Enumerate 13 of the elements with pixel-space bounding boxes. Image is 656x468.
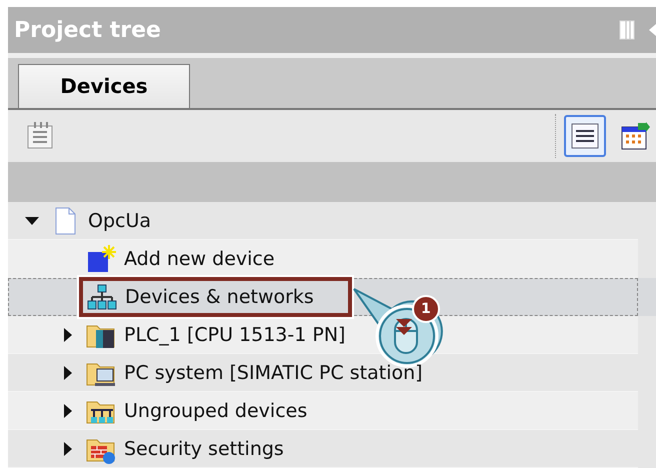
network-icon (87, 282, 117, 312)
tree-item-label: OpcUa (88, 210, 152, 232)
tree-item-label: Ungrouped devices (124, 400, 308, 422)
tree-item-label: PLC_1 [CPU 1513-1 PN] (124, 324, 346, 346)
tree-item-label: Devices & networks (125, 286, 314, 308)
new-device-icon (86, 244, 116, 274)
tree-item-label: PC system [SIMATIC PC station] (124, 362, 423, 384)
tab[interactable]: Devices (18, 64, 190, 108)
list-view-icon[interactable] (564, 114, 606, 157)
tree-item-label: Add new device (124, 248, 275, 270)
step-number-badge: 1 (412, 294, 440, 322)
panel-title: Project tree (14, 18, 161, 43)
tree-item-label: Security settings (124, 438, 284, 460)
